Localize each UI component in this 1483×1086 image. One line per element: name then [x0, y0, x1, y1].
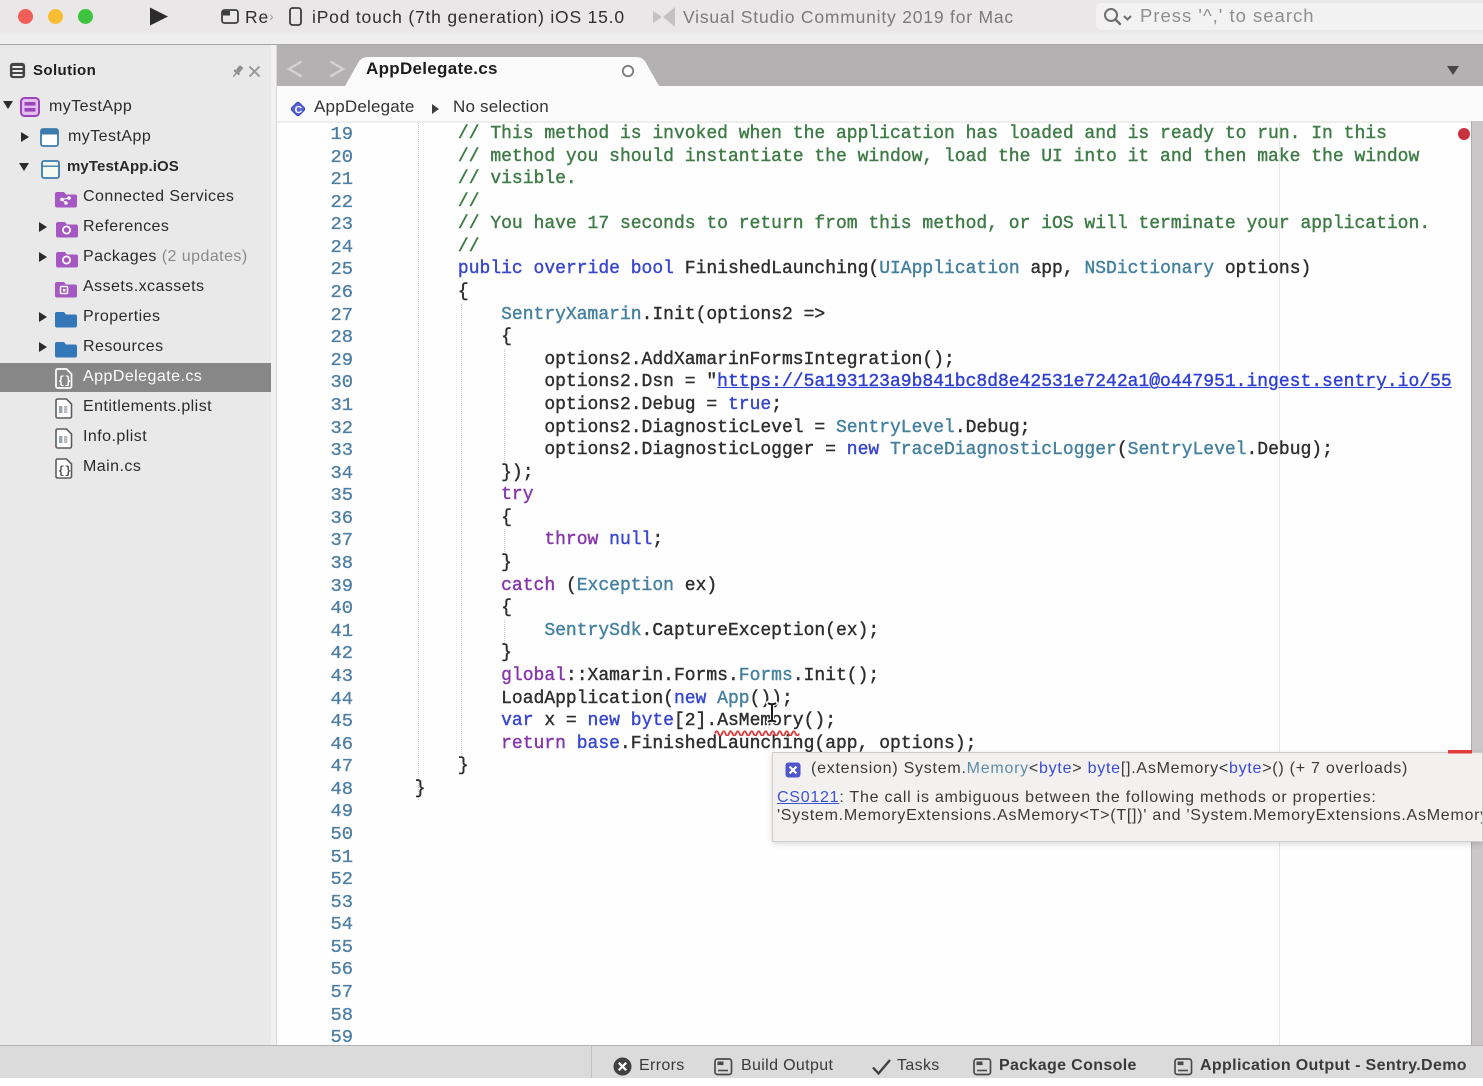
- svg-text:C: C: [295, 104, 303, 116]
- svg-text:{}: {}: [58, 376, 71, 388]
- svg-text:{}: {}: [58, 466, 71, 478]
